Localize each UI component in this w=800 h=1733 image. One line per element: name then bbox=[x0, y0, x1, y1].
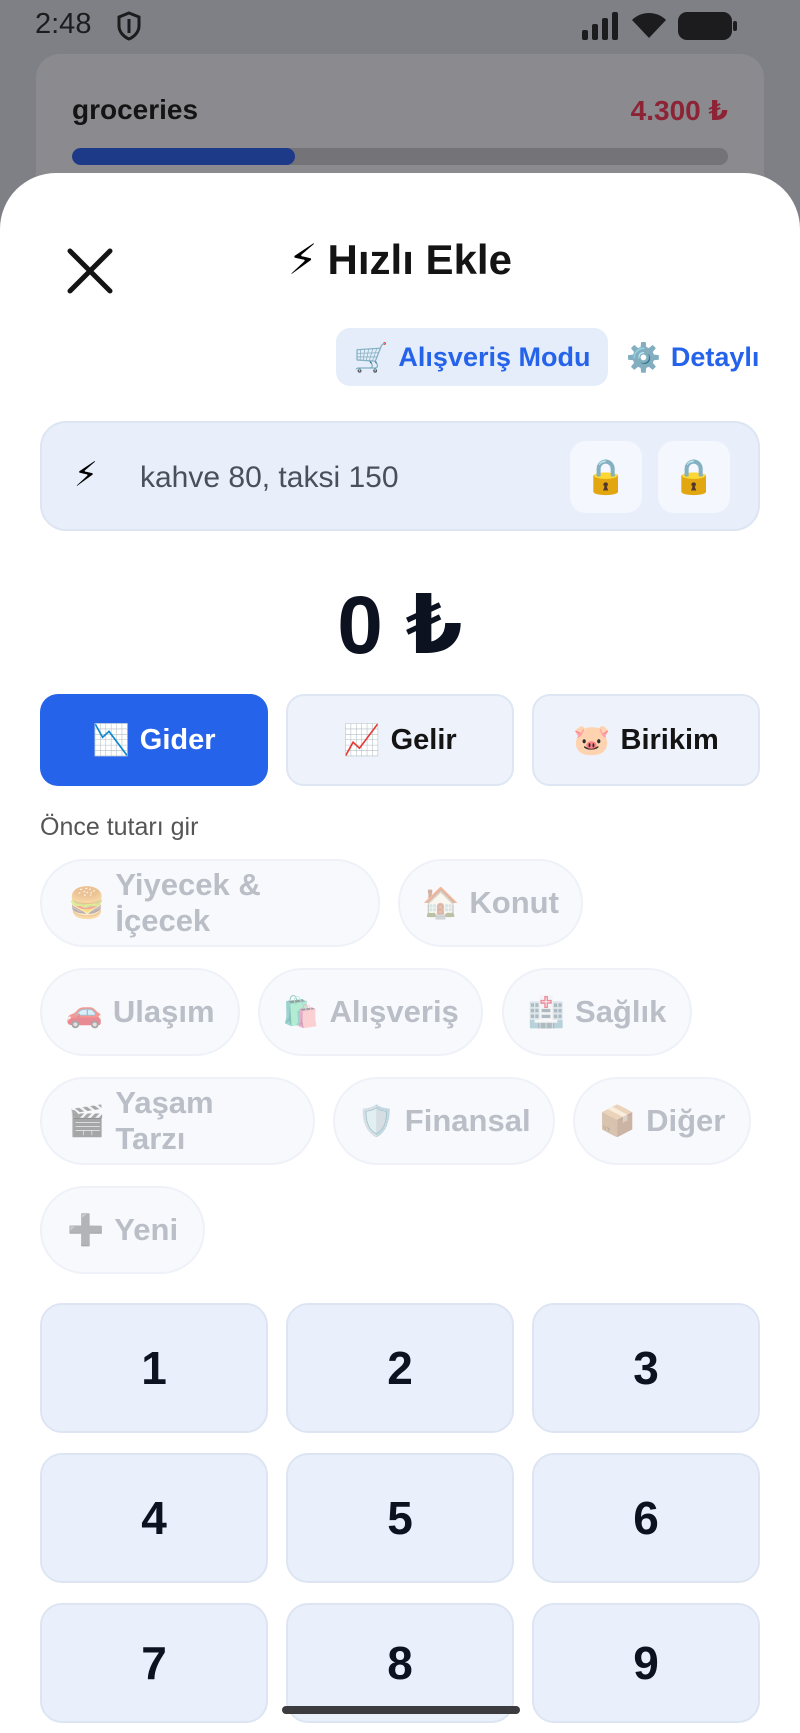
hint-text: Önce tutarı gir bbox=[40, 813, 199, 841]
category-chip-shopping[interactable]: 🛍️ Alışveriş bbox=[258, 968, 483, 1056]
category-label: Sağlık bbox=[575, 994, 667, 1029]
package-icon: 📦 bbox=[598, 1104, 637, 1138]
pig-icon: 🐷 bbox=[573, 723, 611, 757]
type-expense-button[interactable]: 📉 Gider bbox=[40, 694, 268, 786]
category-chip-lifestyle[interactable]: 🎬 Yaşam Tarzı bbox=[40, 1077, 315, 1165]
plus-icon: ➕ bbox=[66, 1213, 105, 1247]
keypad-key-5[interactable]: 5 bbox=[286, 1453, 514, 1583]
category-chip-health[interactable]: 🏥 Sağlık bbox=[502, 968, 692, 1056]
category-label: Yeni bbox=[114, 1212, 179, 1247]
lock-button-2[interactable]: 🔒 bbox=[658, 441, 730, 513]
keypad-key-9[interactable]: 9 bbox=[532, 1603, 760, 1723]
category-label: Diğer bbox=[646, 1103, 726, 1138]
shopping-cart-icon: 🛒 bbox=[353, 341, 389, 373]
shopping-bags-icon: 🛍️ bbox=[282, 995, 320, 1029]
chart-decreasing-icon: 📉 bbox=[92, 723, 130, 757]
category-label: Finansal bbox=[404, 1103, 531, 1138]
category-label: Ulaşım bbox=[112, 994, 215, 1029]
keypad-key-4[interactable]: 4 bbox=[40, 1453, 268, 1583]
quick-add-sheet: ⚡ Hızlı Ekle 🛒 Alışveriş Modu ⚙️ Detaylı … bbox=[0, 173, 800, 1733]
category-label: Konut bbox=[469, 885, 559, 920]
detailed-label: Detaylı bbox=[670, 341, 760, 372]
quick-entry-input[interactable] bbox=[138, 453, 582, 503]
keypad-key-2[interactable]: 2 bbox=[286, 1303, 514, 1433]
type-income-button[interactable]: 📈 Gelir bbox=[286, 694, 514, 786]
lightning-icon: ⚡ bbox=[74, 456, 98, 494]
lock-icon: 🔒 bbox=[584, 458, 628, 496]
category-chip-other[interactable]: 📦 Diğer bbox=[573, 1077, 751, 1165]
budget-progress-bar bbox=[72, 148, 728, 165]
gear-icon: ⚙️ bbox=[626, 341, 661, 373]
keypad-key-3[interactable]: 3 bbox=[532, 1303, 760, 1433]
hospital-icon: 🏥 bbox=[527, 995, 566, 1029]
type-savings-button[interactable]: 🐷 Birikim bbox=[532, 694, 760, 786]
keypad-key-6[interactable]: 6 bbox=[532, 1453, 760, 1583]
keypad-key-8[interactable]: 8 bbox=[286, 1603, 514, 1723]
amount-display: 0 ₺ bbox=[337, 580, 463, 671]
shield-icon: 🛡️ bbox=[357, 1104, 395, 1138]
status-bar: 2:48 bbox=[0, 0, 800, 52]
lock-button-1[interactable]: 🔒 bbox=[570, 441, 642, 513]
detailed-button[interactable]: ⚙️ Detaylı bbox=[626, 328, 759, 386]
car-icon: 🚗 bbox=[65, 995, 103, 1029]
type-savings-label: Birikim bbox=[620, 723, 719, 756]
house-icon: 🏠 bbox=[422, 886, 460, 920]
type-income-label: Gelir bbox=[390, 723, 457, 756]
clapper-board-icon: 🎬 bbox=[68, 1104, 106, 1138]
type-expense-label: Gider bbox=[139, 723, 216, 756]
budget-amount: 4.300 ₺ bbox=[630, 95, 728, 126]
signal-icon bbox=[582, 12, 618, 40]
quick-entry-field: ⚡ 🔒 🔒 bbox=[40, 421, 760, 531]
lightning-icon: ⚡ bbox=[288, 236, 318, 283]
category-label: Yaşam Tarzı bbox=[115, 1085, 214, 1156]
home-indicator[interactable] bbox=[282, 1706, 520, 1714]
lock-icon: 🔒 bbox=[672, 458, 716, 496]
chart-increasing-icon: 📈 bbox=[343, 723, 381, 757]
category-chip-new[interactable]: ➕ Yeni bbox=[40, 1186, 205, 1274]
status-time: 2:48 bbox=[35, 8, 92, 40]
sheet-title: Hızlı Ekle bbox=[327, 236, 512, 283]
wifi-icon bbox=[632, 12, 666, 38]
keypad-key-1[interactable]: 1 bbox=[40, 1303, 268, 1433]
budget-progress-fill bbox=[72, 148, 296, 165]
sheet-header: ⚡ Hızlı Ekle bbox=[0, 235, 800, 284]
category-chip-finance[interactable]: 🛡️ Finansal bbox=[333, 1077, 555, 1165]
budget-name: groceries bbox=[72, 94, 199, 125]
category-label: Alışveriş bbox=[329, 994, 459, 1029]
category-label: Yiyecek & İçecek bbox=[115, 867, 261, 938]
burger-icon: 🍔 bbox=[68, 886, 106, 920]
category-chip-housing[interactable]: 🏠 Konut bbox=[398, 859, 583, 947]
battery-icon bbox=[678, 12, 737, 40]
category-chip-transport[interactable]: 🚗 Ulaşım bbox=[40, 968, 240, 1056]
category-chip-food[interactable]: 🍔 Yiyecek & İçecek bbox=[40, 859, 380, 947]
shopping-mode-button[interactable]: 🛒 Alışveriş Modu bbox=[336, 328, 608, 386]
keypad-key-7[interactable]: 7 bbox=[40, 1603, 268, 1723]
shopping-mode-label: Alışveriş Modu bbox=[398, 341, 591, 372]
shield-icon bbox=[117, 11, 141, 41]
